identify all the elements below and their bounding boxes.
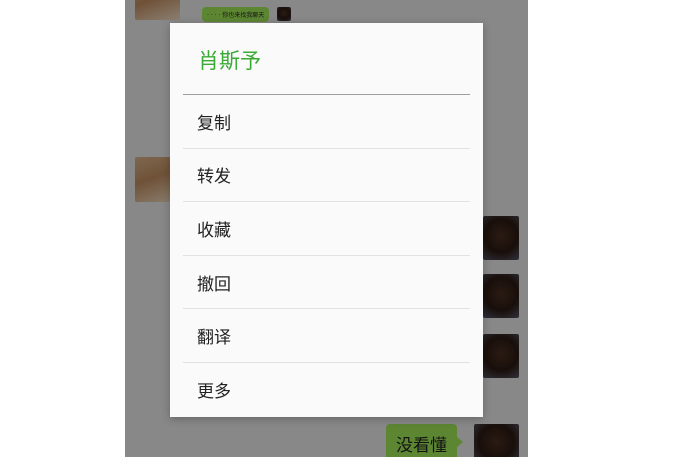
menu-item-more[interactable]: 更多 [183, 363, 470, 417]
action-menu: 复制 转发 收藏 撤回 翻译 更多 [183, 95, 470, 417]
message-action-dialog: 肖斯予 复制 转发 收藏 撤回 翻译 更多 [170, 23, 483, 417]
dialog-title: 肖斯予 [198, 49, 261, 73]
menu-item-label: 收藏 [197, 220, 231, 241]
menu-item-favorite[interactable]: 收藏 [183, 202, 470, 256]
menu-item-label: 转发 [197, 167, 231, 188]
menu-item-label: 更多 [197, 382, 231, 403]
menu-item-label: 翻译 [197, 328, 231, 349]
menu-item-label: 复制 [197, 113, 231, 134]
menu-item-translate[interactable]: 翻译 [183, 309, 470, 363]
menu-item-copy[interactable]: 复制 [183, 95, 470, 149]
menu-item-forward[interactable]: 转发 [183, 149, 470, 203]
menu-item-recall[interactable]: 撤回 [183, 256, 470, 310]
menu-item-label: 撤回 [197, 274, 231, 295]
